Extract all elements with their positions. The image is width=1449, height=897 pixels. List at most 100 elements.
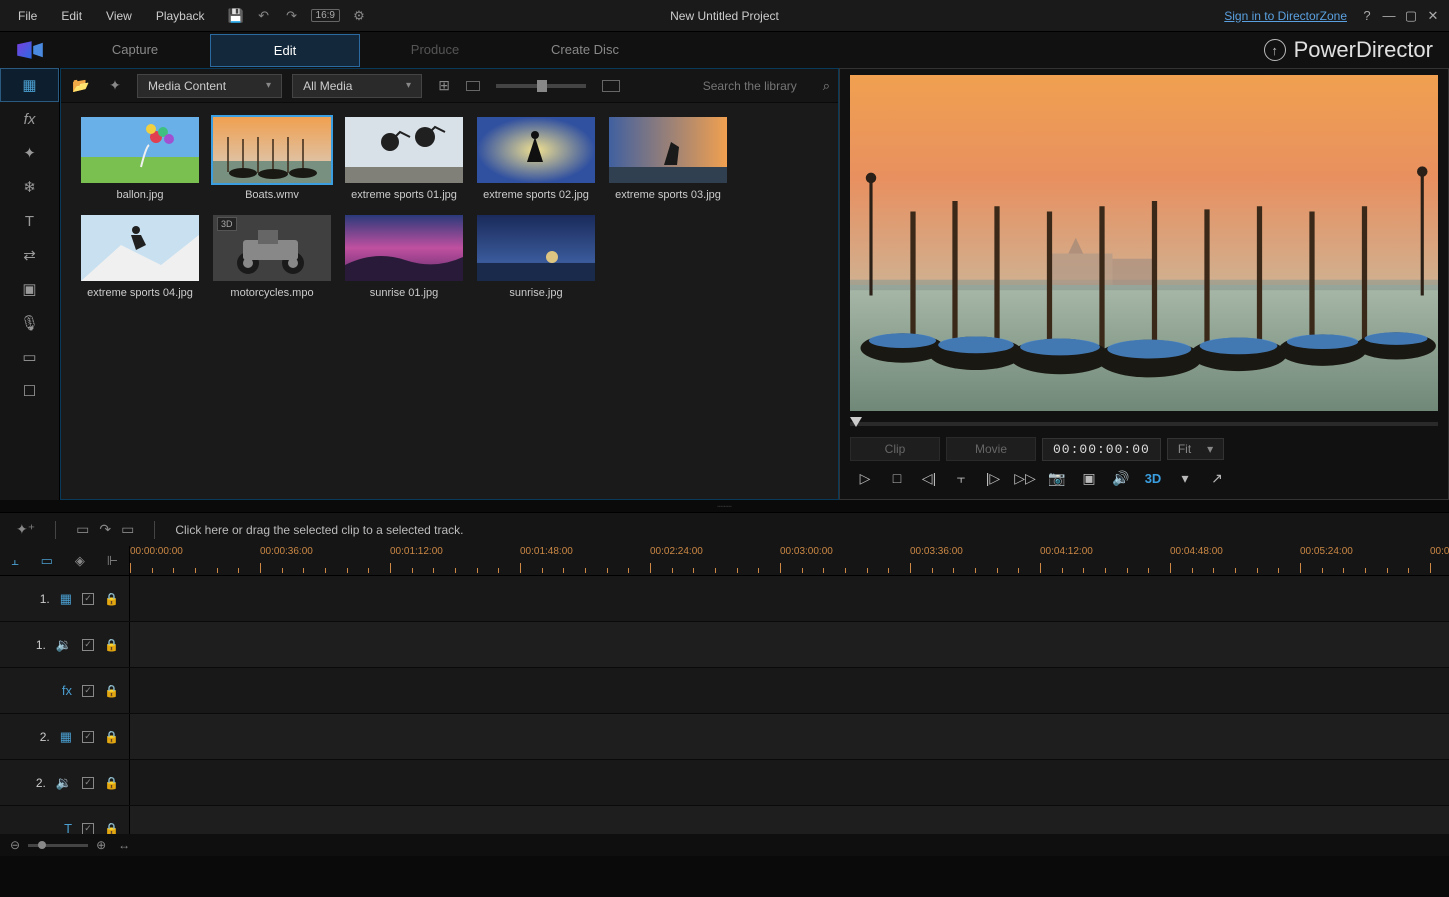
- menu-playback[interactable]: Playback: [146, 5, 215, 27]
- media-room-icon[interactable]: ▦: [0, 68, 59, 102]
- volume-icon[interactable]: 🔊: [1112, 469, 1130, 487]
- split-icon[interactable]: ⫟: [952, 469, 970, 487]
- hint-text[interactable]: Click here or drag the selected clip to …: [175, 523, 463, 537]
- track-lock-icon[interactable]: 🔒: [104, 776, 119, 790]
- horizontal-splitter[interactable]: ┄┄┄: [0, 500, 1449, 512]
- menu-view[interactable]: View: [96, 5, 142, 27]
- signin-link[interactable]: Sign in to DirectorZone: [1224, 9, 1347, 23]
- track-header[interactable]: fx ✓ 🔒: [0, 668, 130, 713]
- media-thumbnail[interactable]: sunrise.jpg: [477, 215, 595, 299]
- maximize-icon[interactable]: ▢: [1403, 8, 1419, 24]
- media-thumbnail[interactable]: extreme sports 02.jpg: [477, 117, 595, 201]
- media-thumbnail[interactable]: Boats.wmv: [213, 117, 331, 201]
- track-lock-icon[interactable]: 🔒: [104, 638, 119, 652]
- zoom-fit-icon[interactable]: ↔: [118, 838, 130, 852]
- prev-frame-icon[interactable]: ◁|: [920, 469, 938, 487]
- content-type-dropdown[interactable]: Media Content▾: [137, 74, 282, 98]
- particle-room-icon[interactable]: ❄: [0, 170, 59, 204]
- import-icon[interactable]: 📂: [69, 74, 93, 98]
- mode-edit[interactable]: Edit: [210, 34, 360, 67]
- settings-gear-icon[interactable]: ⚙: [350, 7, 368, 25]
- timeline-marker-icon[interactable]: ◈: [75, 553, 85, 569]
- preview-zoom-dropdown[interactable]: Fit▾: [1167, 438, 1224, 460]
- menu-edit[interactable]: Edit: [51, 5, 92, 27]
- media-filter-dropdown[interactable]: All Media▾: [292, 74, 422, 98]
- zoom-in-icon[interactable]: ⊕: [96, 838, 106, 852]
- preview-canvas[interactable]: [850, 75, 1438, 411]
- track-body[interactable]: [130, 668, 1449, 713]
- menu-file[interactable]: File: [8, 5, 47, 27]
- grid-view-icon[interactable]: ⊞: [432, 74, 456, 98]
- preview-tab-clip[interactable]: Clip: [850, 437, 940, 461]
- aspect-ratio-badge[interactable]: 16:9: [311, 9, 340, 22]
- title-room-icon[interactable]: T: [0, 204, 59, 238]
- save-icon[interactable]: 💾: [227, 7, 245, 25]
- media-thumbnail[interactable]: extreme sports 04.jpg: [81, 215, 199, 299]
- media-thumbnail[interactable]: 3Dmotorcycles.mpo: [213, 215, 331, 299]
- track-header[interactable]: 2. 🔉 ✓ 🔒: [0, 760, 130, 805]
- snapshot-icon[interactable]: 📷: [1048, 469, 1066, 487]
- media-thumbnail[interactable]: extreme sports 01.jpg: [345, 117, 463, 201]
- plugin-icon[interactable]: ✦: [103, 74, 127, 98]
- track-visible-checkbox[interactable]: ✓: [82, 823, 94, 835]
- help-icon[interactable]: ?: [1359, 8, 1375, 24]
- scrub-playhead-icon[interactable]: [850, 417, 862, 427]
- fx-room-icon[interactable]: fx: [0, 102, 59, 136]
- chapter-room-icon[interactable]: ▭: [0, 340, 59, 374]
- preview-scrubber[interactable]: [850, 417, 1438, 431]
- 3d-icon[interactable]: 3D: [1144, 469, 1162, 487]
- stop-icon[interactable]: □: [888, 469, 906, 487]
- transition-room-icon[interactable]: ⇄: [0, 238, 59, 272]
- track-visible-checkbox[interactable]: ✓: [82, 685, 94, 697]
- fast-forward-icon[interactable]: ▷▷: [1016, 469, 1034, 487]
- preview-timecode[interactable]: 00:00:00:00: [1042, 438, 1161, 461]
- mode-create-disc[interactable]: Create Disc: [510, 34, 660, 67]
- timeline-view2-icon[interactable]: ▭: [41, 553, 53, 569]
- track-body[interactable]: [130, 760, 1449, 805]
- track-visible-checkbox[interactable]: ✓: [82, 777, 94, 789]
- media-thumbnail[interactable]: ballon.jpg: [81, 117, 199, 201]
- timeline-snap-icon[interactable]: ⊩: [107, 553, 118, 569]
- track-visible-checkbox[interactable]: ✓: [82, 593, 94, 605]
- timeline-view-icon[interactable]: ⫠: [11, 553, 19, 569]
- pip-room-icon[interactable]: ✦: [0, 136, 59, 170]
- library-search-input[interactable]: [703, 79, 813, 93]
- preview-tab-movie[interactable]: Movie: [946, 437, 1036, 461]
- track-body[interactable]: [130, 806, 1449, 834]
- track-lock-icon[interactable]: 🔒: [104, 730, 119, 744]
- minimize-icon[interactable]: —: [1381, 8, 1397, 24]
- redo-icon[interactable]: ↷: [283, 7, 301, 25]
- 3d-dropdown-icon[interactable]: ▾: [1176, 469, 1194, 487]
- next-frame-icon[interactable]: |▷: [984, 469, 1002, 487]
- play-icon[interactable]: ▷: [856, 469, 874, 487]
- thumbnail-size-slider[interactable]: [496, 84, 586, 88]
- timeline-ruler[interactable]: 00:00:00:0000:00:36:0000:01:12:0000:01:4…: [130, 546, 1449, 575]
- zoom-out-icon[interactable]: ⊖: [10, 838, 20, 852]
- track-visible-checkbox[interactable]: ✓: [82, 639, 94, 651]
- tool-icon-1[interactable]: ▭: [76, 521, 89, 538]
- subtitle-room-icon[interactable]: ☐: [0, 374, 59, 408]
- track-header[interactable]: 1. 🔉 ✓ 🔒: [0, 622, 130, 667]
- thumb-large-icon[interactable]: [602, 80, 620, 92]
- tool-icon-3[interactable]: ▭: [121, 521, 134, 538]
- voiceover-room-icon[interactable]: 🎙: [0, 306, 59, 340]
- tool-icon-2[interactable]: ↷: [99, 521, 111, 538]
- track-header[interactable]: 1. ▦ ✓ 🔒: [0, 576, 130, 621]
- undock-icon[interactable]: ↗: [1208, 469, 1226, 487]
- audio-mixing-room-icon[interactable]: ▣: [0, 272, 59, 306]
- upload-icon[interactable]: ↑: [1264, 39, 1286, 61]
- media-thumbnail[interactable]: sunrise 01.jpg: [345, 215, 463, 299]
- mode-capture[interactable]: Capture: [60, 34, 210, 67]
- mode-produce[interactable]: Produce: [360, 34, 510, 67]
- magic-wand-icon[interactable]: ✦⁺: [16, 521, 35, 538]
- track-header[interactable]: T ✓ 🔒: [0, 806, 130, 834]
- track-body[interactable]: [130, 714, 1449, 759]
- track-body[interactable]: [130, 576, 1449, 621]
- thumb-small-icon[interactable]: [466, 81, 480, 91]
- media-thumbnail[interactable]: extreme sports 03.jpg: [609, 117, 727, 201]
- track-header[interactable]: 2. ▦ ✓ 🔒: [0, 714, 130, 759]
- track-lock-icon[interactable]: 🔒: [104, 592, 119, 606]
- track-body[interactable]: [130, 622, 1449, 667]
- track-lock-icon[interactable]: 🔒: [104, 684, 119, 698]
- track-lock-icon[interactable]: 🔒: [104, 822, 119, 835]
